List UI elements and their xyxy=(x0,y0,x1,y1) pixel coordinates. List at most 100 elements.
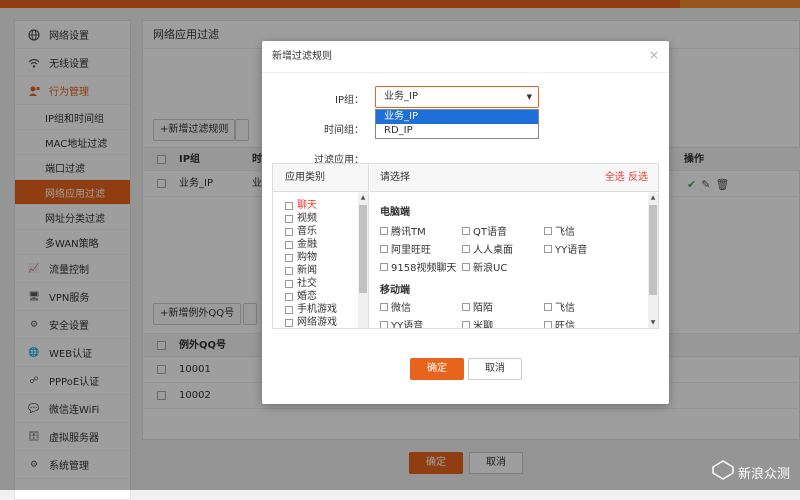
options-scrollbar[interactable]: ▲ ▼ xyxy=(648,193,658,328)
category-item[interactable]: 音乐 xyxy=(273,225,368,238)
category-label: 网络游戏 xyxy=(297,317,337,328)
category-item[interactable]: 金融 xyxy=(273,238,368,251)
category-item[interactable]: 聊天 xyxy=(273,199,368,212)
app-option[interactable]: 新浪UC xyxy=(462,259,507,274)
scrollbar-thumb[interactable] xyxy=(649,205,657,295)
category-checkbox[interactable] xyxy=(285,292,293,301)
app-option[interactable]: 阿里旺旺 xyxy=(380,241,431,256)
dialog-ok-button[interactable]: 确定 xyxy=(410,358,464,380)
app-checkbox[interactable] xyxy=(462,302,470,311)
app-checkbox[interactable] xyxy=(462,244,470,253)
category-item[interactable]: 手机游戏 xyxy=(273,303,368,316)
app-option[interactable]: 米聊 xyxy=(462,317,493,328)
app-option[interactable]: 人人桌面 xyxy=(462,241,513,256)
ip-group-dropdown: 业务_IP RD_IP xyxy=(375,109,539,139)
app-checkbox[interactable] xyxy=(462,226,470,235)
category-item[interactable]: 购物 xyxy=(273,251,368,264)
app-selector: 应用类别 请选择 全选 反选 聊天视频音乐金融购物新闻社交 婚恋 手机游戏网络游戏 … xyxy=(272,163,659,329)
watermark: 新浪众测 xyxy=(712,460,790,484)
select-links: 全选 反选 xyxy=(605,164,648,192)
dropdown-option[interactable]: 业务_IP xyxy=(376,110,538,124)
scrollbar-thumb[interactable] xyxy=(359,205,367,293)
app-label: 新浪UC xyxy=(473,263,508,274)
scroll-up-icon[interactable]: ▲ xyxy=(358,193,368,203)
category-label: 手机游戏 xyxy=(297,304,337,315)
app-label: 米聊 xyxy=(473,321,493,328)
category-item[interactable]: 婚恋 xyxy=(273,290,368,303)
app-label: 阿里旺旺 xyxy=(391,245,431,256)
app-label: 9158视频聊天 xyxy=(391,263,457,274)
app-options: 电脑端 腾讯TM QT语音 飞信 阿里旺旺 人人桌面 YY语音 9158视频聊天 新浪UC 移… xyxy=(370,193,660,328)
dialog-cancel-button[interactable]: 取消 xyxy=(468,358,522,380)
app-option[interactable]: YY语音 xyxy=(380,317,423,328)
scroll-down-icon[interactable]: ▼ xyxy=(648,318,658,328)
category-list: 聊天视频音乐金融购物新闻社交 婚恋 手机游戏网络游戏 ▲ xyxy=(273,193,369,328)
app-option[interactable]: 飞信 xyxy=(544,299,575,314)
app-label: YY语音 xyxy=(555,245,588,256)
category-label: 视频 xyxy=(297,213,317,224)
app-checkbox[interactable] xyxy=(380,262,388,271)
app-checkbox[interactable] xyxy=(544,302,552,311)
app-option[interactable]: YY语音 xyxy=(544,241,587,256)
app-label: 陌陌 xyxy=(473,303,493,314)
category-checkbox[interactable] xyxy=(285,214,293,223)
category-label: 金融 xyxy=(297,239,317,250)
app-label: 微信 xyxy=(391,303,411,314)
category-checkbox[interactable] xyxy=(285,266,293,275)
app-checkbox[interactable] xyxy=(544,320,552,328)
app-option[interactable]: 腾讯TM xyxy=(380,223,426,238)
ip-group-value: 业务_IP xyxy=(384,91,418,102)
add-rule-dialog: 新增过滤规则 × IP组： 业务_IP ▼ 业务_IP RD_IP 时间组： 过… xyxy=(262,41,669,404)
category-item[interactable]: 网络游戏 xyxy=(273,316,368,328)
category-checkbox[interactable] xyxy=(285,318,293,327)
category-header: 应用类别 xyxy=(273,164,369,192)
ip-group-label: IP组： xyxy=(335,95,364,106)
category-label: 聊天 xyxy=(297,200,317,211)
pc-section-title: 电脑端 xyxy=(380,207,410,218)
close-icon[interactable]: × xyxy=(649,48,659,62)
scroll-up-icon[interactable]: ▲ xyxy=(648,193,658,203)
category-label: 社交 xyxy=(297,278,317,289)
app-option[interactable]: 9158视频聊天 xyxy=(380,259,456,274)
select-all-link[interactable]: 全选 xyxy=(605,172,625,183)
app-checkbox[interactable] xyxy=(462,320,470,328)
category-item[interactable]: 社交 xyxy=(273,277,368,290)
app-checkbox[interactable] xyxy=(544,244,552,253)
app-checkbox[interactable] xyxy=(462,262,470,271)
dropdown-option[interactable]: RD_IP xyxy=(376,124,538,138)
dialog-title: 新增过滤规则 xyxy=(262,41,669,73)
app-label: 人人桌面 xyxy=(473,245,513,256)
app-option[interactable]: QT语音 xyxy=(462,223,507,238)
category-checkbox[interactable] xyxy=(285,279,293,288)
category-checkbox[interactable] xyxy=(285,253,293,262)
app-option[interactable]: 飞信 xyxy=(544,223,575,238)
category-item[interactable]: 视频 xyxy=(273,212,368,225)
category-label: 新闻 xyxy=(297,265,317,276)
category-checkbox[interactable] xyxy=(285,201,293,210)
mobile-section-title: 移动端 xyxy=(380,285,410,296)
app-option[interactable]: 微信 xyxy=(380,299,411,314)
invert-link[interactable]: 反选 xyxy=(628,172,648,183)
watermark-text: 新浪众测 xyxy=(737,466,790,482)
app-checkbox[interactable] xyxy=(380,320,388,328)
app-checkbox[interactable] xyxy=(544,226,552,235)
select-header: 请选择 全选 反选 xyxy=(370,164,658,192)
category-label: 音乐 xyxy=(297,226,317,237)
category-label: 购物 xyxy=(297,252,317,263)
category-checkbox[interactable] xyxy=(285,240,293,249)
app-label: 腾讯TM xyxy=(391,227,426,238)
app-checkbox[interactable] xyxy=(380,302,388,311)
app-checkbox[interactable] xyxy=(380,244,388,253)
category-checkbox[interactable] xyxy=(285,227,293,236)
category-scrollbar[interactable]: ▲ xyxy=(358,193,368,328)
category-item[interactable]: 新闻 xyxy=(273,264,368,277)
app-label: 飞信 xyxy=(555,303,575,314)
ip-group-select[interactable]: 业务_IP ▼ xyxy=(375,86,539,108)
app-label: YY语音 xyxy=(391,321,424,328)
app-checkbox[interactable] xyxy=(380,226,388,235)
app-option[interactable]: 陌陌 xyxy=(462,299,493,314)
category-checkbox[interactable] xyxy=(285,305,293,314)
app-label: 飞信 xyxy=(555,227,575,238)
chevron-down-icon: ▼ xyxy=(526,93,532,101)
app-option[interactable]: 旺信 xyxy=(544,317,575,328)
